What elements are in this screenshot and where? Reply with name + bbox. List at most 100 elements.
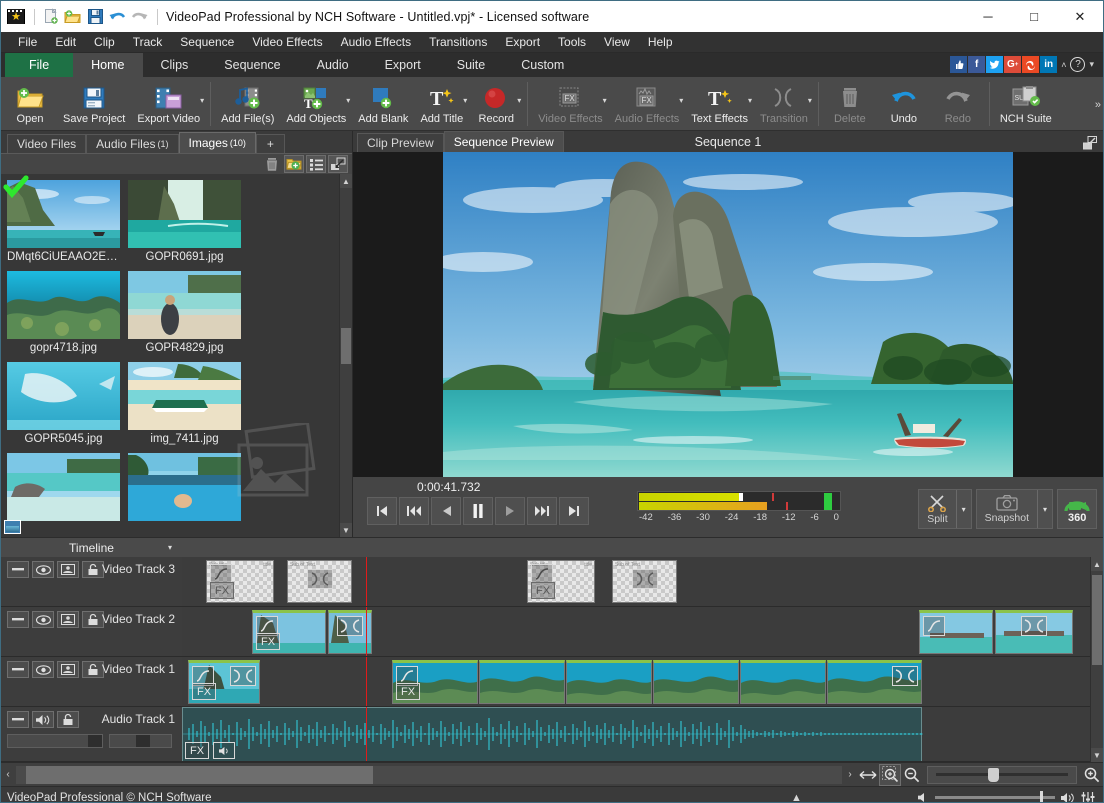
fx-badge[interactable]: FX <box>185 742 209 759</box>
media-scrollbar[interactable]: ▲ ▼ <box>339 174 352 537</box>
track-body-video-3[interactable]: Sub title title FX Sub of Text Sub title… <box>182 557 1090 606</box>
lock-icon[interactable] <box>82 561 104 578</box>
overlay-icon[interactable] <box>57 561 79 578</box>
menu-transitions[interactable]: Transitions <box>420 33 496 51</box>
ribbon-record-button[interactable]: ▾ Record <box>469 78 523 130</box>
curve-icon[interactable] <box>923 616 945 636</box>
chevron-down-icon[interactable]: ▾ <box>603 96 607 105</box>
transition-x-icon[interactable] <box>1021 616 1047 636</box>
volume-slider[interactable] <box>7 734 104 748</box>
media-file-list[interactable]: DMqt6CiUEAAO2ET.jpg GOPR0691.jpg gopr471… <box>1 174 352 537</box>
transition-x-icon[interactable] <box>337 616 363 636</box>
preview-stage[interactable] <box>353 152 1103 478</box>
chevron-down-icon[interactable]: ▾ <box>168 543 172 552</box>
tab-file[interactable]: File <box>5 53 74 77</box>
help-icon[interactable]: ? <box>1070 57 1086 72</box>
media-item[interactable] <box>4 453 120 534</box>
menu-export[interactable]: Export <box>496 33 549 51</box>
eye-icon[interactable] <box>32 561 54 578</box>
ribbon-transition-button[interactable]: ▾ Transition <box>754 78 814 130</box>
chevron-down-icon[interactable]: ▾ <box>808 96 812 105</box>
status-expand-icon[interactable]: ▲ <box>791 792 802 803</box>
zoom-selection-icon[interactable] <box>879 763 901 786</box>
new-project-icon[interactable] <box>41 8 61 26</box>
timeline-clip[interactable] <box>653 660 739 704</box>
snapshot-button-main[interactable]: Snapshot <box>977 490 1037 528</box>
stumbleupon-icon[interactable] <box>1022 56 1040 73</box>
minimize-icon[interactable] <box>7 611 29 628</box>
speaker-high-icon[interactable] <box>1060 792 1076 802</box>
split-button[interactable]: Split ▾ <box>918 489 972 530</box>
track-body-video-1[interactable]: FX FX <box>182 657 1090 706</box>
menu-edit[interactable]: Edit <box>46 33 85 51</box>
zoom-out-icon[interactable] <box>901 764 923 786</box>
facebook-icon[interactable]: f <box>968 56 986 73</box>
ribbon-overflow-icon[interactable]: » <box>1095 99 1101 111</box>
collapse-icon[interactable] <box>328 155 348 173</box>
minimize-button[interactable]: ─ <box>965 1 1011 32</box>
timeline-clip[interactable] <box>995 610 1073 654</box>
fx-badge[interactable]: FX <box>210 582 234 599</box>
twitter-icon[interactable] <box>986 56 1004 73</box>
scroll-up-button[interactable]: ▲ <box>340 174 352 188</box>
chevron-down-icon[interactable]: ▾ <box>679 96 683 105</box>
volume-slider[interactable] <box>935 791 1055 802</box>
add-folder-icon[interactable] <box>284 155 304 173</box>
media-item[interactable]: GOPR5045.jpg <box>4 362 120 534</box>
media-item[interactable]: gopr4718.jpg <box>3 175 120 534</box>
tab-export[interactable]: Export <box>367 53 439 77</box>
tab-home[interactable]: Home <box>73 53 143 77</box>
ribbon-add-title-button[interactable]: T ▾ Add Title <box>414 78 469 130</box>
timeline-clip[interactable] <box>479 660 565 704</box>
menu-view[interactable]: View <box>595 33 639 51</box>
media-tab-images[interactable]: Images (10) <box>178 132 256 153</box>
fx-badge[interactable]: FX <box>396 683 420 700</box>
menu-tools[interactable]: Tools <box>549 33 595 51</box>
scroll-down-button[interactable]: ▼ <box>1091 748 1103 762</box>
playhead[interactable] <box>366 707 367 761</box>
chevron-down-icon[interactable]: ▾ <box>955 490 971 529</box>
playhead[interactable] <box>366 607 367 656</box>
transition-x-icon[interactable] <box>631 569 658 589</box>
track-header-video-3[interactable]: Video Track 3 <box>1 557 182 606</box>
transition-x-icon[interactable] <box>230 666 256 686</box>
ribbon-undo-button[interactable]: Undo <box>877 78 931 130</box>
split-button-main[interactable]: Split <box>919 490 955 528</box>
scroll-right-button[interactable]: › <box>843 764 857 786</box>
chevron-down-icon[interactable]: ▾ <box>200 96 204 105</box>
fx-badge[interactable]: FX <box>256 633 280 650</box>
media-item[interactable]: img_7411.jpg <box>4 362 241 534</box>
ribbon-add-objects-button[interactable]: T ▾ Add Objects <box>280 78 352 130</box>
ribbon-video-effects-button[interactable]: FX ▾ Video Effects <box>532 78 608 130</box>
close-button[interactable]: ✕ <box>1057 1 1103 32</box>
media-tab-audio-files[interactable]: Audio Files (1) <box>86 134 179 153</box>
menu-clip[interactable]: Clip <box>85 33 124 51</box>
audio-clip[interactable]: FX <box>182 707 923 761</box>
timeline-clip[interactable]: Sub title title FX <box>206 560 274 603</box>
ribbon-delete-button[interactable]: Delete <box>823 78 877 130</box>
chevron-up-icon[interactable]: ˄ <box>1058 60 1069 70</box>
ribbon-add-blank-button[interactable]: Add Blank <box>352 78 414 130</box>
timeline-clip[interactable]: Sub title title FX <box>527 560 595 603</box>
playhead[interactable] <box>366 557 367 606</box>
scroll-left-button[interactable]: ‹ <box>1 764 15 786</box>
media-item[interactable]: GOPR4829.jpg <box>4 271 241 534</box>
timeline-clip[interactable]: Sub of Text <box>612 560 677 603</box>
googleplus-icon[interactable]: G + <box>1004 56 1022 73</box>
undo-icon[interactable] <box>107 8 127 26</box>
scroll-track[interactable] <box>340 188 352 523</box>
ribbon-nch-suite-button[interactable]: SUI NCH Suite <box>994 78 1058 130</box>
pause-button[interactable] <box>463 497 493 526</box>
tab-suite[interactable]: Suite <box>439 53 504 77</box>
track-header-video-2[interactable]: Video Track 2 <box>1 607 182 656</box>
timeline-clip[interactable]: FX <box>188 660 260 704</box>
scroll-up-button[interactable]: ▲ <box>1091 557 1103 571</box>
tab-clip-preview[interactable]: Clip Preview <box>357 133 444 153</box>
eye-icon[interactable] <box>32 661 54 678</box>
zoom-slider-knob[interactable] <box>988 767 999 782</box>
camera360-button[interactable]: 360 <box>1057 489 1097 530</box>
fx-badge[interactable]: FX <box>192 683 216 700</box>
ribbon-add-files-button[interactable]: Add File(s) <box>215 78 280 130</box>
mute-icon[interactable] <box>213 742 235 759</box>
timeline-clip[interactable]: FX <box>252 610 326 654</box>
